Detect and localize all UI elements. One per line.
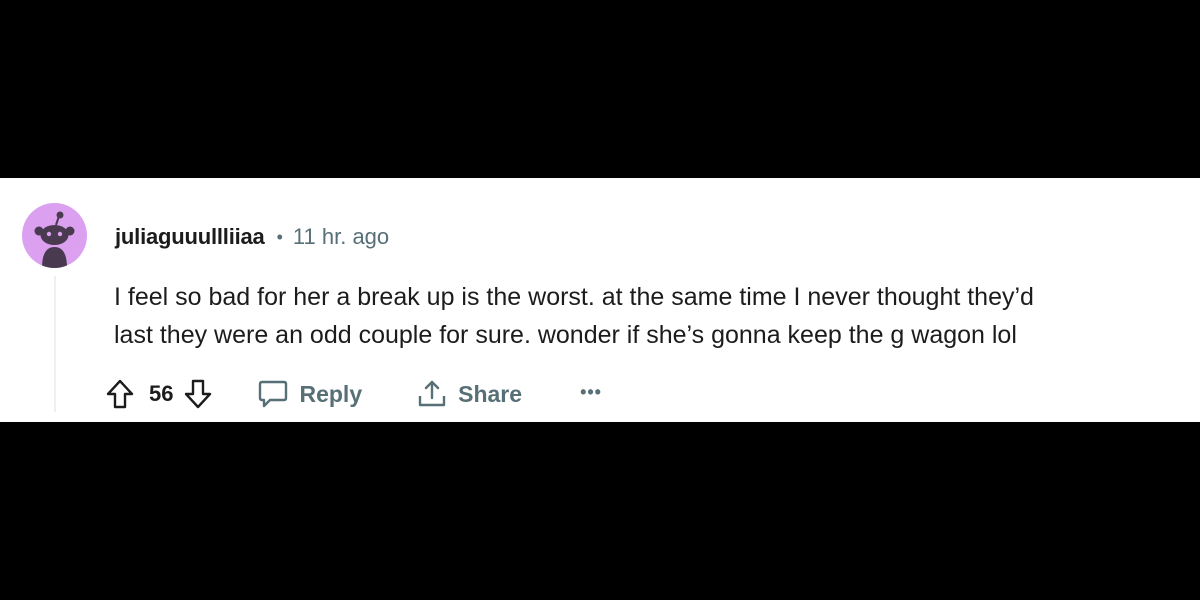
comment-body-line: last they were an odd couple for sure. w… bbox=[114, 321, 1017, 349]
comment-body-line: I feel so bad for her a break up is the … bbox=[114, 283, 1034, 311]
reply-button[interactable]: Reply bbox=[257, 379, 362, 409]
meta-separator: • bbox=[276, 226, 283, 247]
thread-line[interactable] bbox=[54, 276, 56, 412]
comment-card: juliaguuullliiaa • 11 hr. ago I feel so … bbox=[0, 178, 1200, 422]
screenshot-frame: juliaguuullliiaa • 11 hr. ago I feel so … bbox=[0, 0, 1200, 600]
reply-label: Reply bbox=[299, 380, 363, 407]
share-label: Share bbox=[458, 380, 523, 407]
speech-bubble-icon bbox=[257, 379, 289, 409]
timestamp[interactable]: 11 hr. ago bbox=[293, 224, 389, 250]
share-icon bbox=[416, 378, 448, 410]
comment-actions: 56 Reply Share ••• bbox=[105, 374, 602, 414]
snoo-avatar-icon bbox=[34, 211, 75, 268]
vote-count: 56 bbox=[149, 381, 174, 406]
comment-body: I feel so bad for her a break up is the … bbox=[114, 278, 1174, 354]
downvote-arrow-icon[interactable] bbox=[183, 378, 213, 410]
comment-meta: juliaguuullliiaa • 11 hr. ago bbox=[115, 222, 389, 252]
more-options-icon[interactable]: ••• bbox=[580, 383, 602, 405]
avatar[interactable] bbox=[22, 203, 87, 268]
share-button[interactable]: Share bbox=[416, 378, 522, 410]
username[interactable]: juliaguuullliiaa bbox=[115, 224, 265, 250]
upvote-arrow-icon[interactable] bbox=[105, 378, 135, 410]
